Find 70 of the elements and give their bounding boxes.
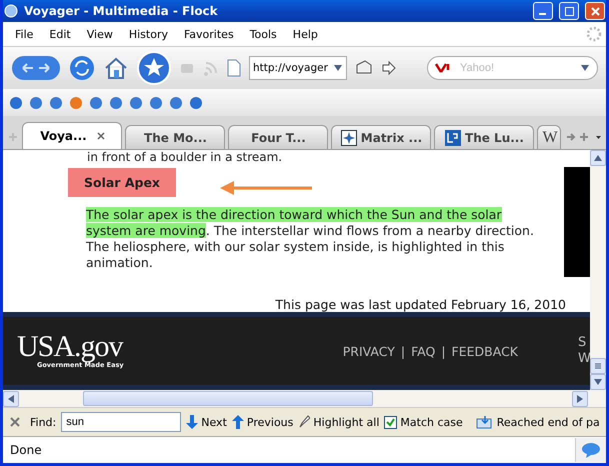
find-message: Reached end of pa xyxy=(496,416,600,428)
grip-icon[interactable] xyxy=(593,361,603,371)
footer-link[interactable]: PRIVACY xyxy=(342,344,395,358)
scroll-up-button[interactable] xyxy=(590,150,606,166)
scroll-thumb[interactable] xyxy=(590,358,606,374)
match-case-checkbox[interactable]: Match case xyxy=(384,416,463,428)
go-arrow-icon[interactable] xyxy=(381,60,397,76)
page-icon xyxy=(227,59,241,77)
scroll-right-button[interactable] xyxy=(572,390,588,406)
menu-item[interactable]: Edit xyxy=(41,28,79,40)
tab[interactable]: The Lu... xyxy=(434,125,534,149)
next-button[interactable]: Next xyxy=(186,415,227,429)
dropdown-icon[interactable] xyxy=(580,63,590,73)
compass-icon xyxy=(340,130,357,146)
site-logo[interactable]: USA.gov xyxy=(17,333,124,361)
vertical-scrollbar[interactable] xyxy=(590,150,606,390)
close-button[interactable] xyxy=(585,2,605,20)
tab[interactable]: Voya... xyxy=(22,122,122,149)
find-field[interactable]: sun xyxy=(61,412,182,432)
menu-item[interactable]: Help xyxy=(284,28,326,40)
status-text: Done xyxy=(9,443,43,457)
find-label: Find: xyxy=(30,416,56,428)
left-arrow-icon[interactable] xyxy=(6,394,16,404)
scroll-thumb[interactable] xyxy=(83,391,373,406)
back-forward-icon[interactable] xyxy=(11,54,61,82)
marker-icon xyxy=(298,415,310,429)
footer-link[interactable]: FAQ xyxy=(411,344,436,358)
scroll-left-button[interactable] xyxy=(3,390,19,406)
home-icon[interactable] xyxy=(103,55,129,81)
footer-text: S xyxy=(578,335,588,351)
reload-icon[interactable] xyxy=(69,55,95,81)
down-arrow-icon[interactable] xyxy=(593,377,603,387)
window-title: Voyager - Multimedia - Flock xyxy=(24,4,219,18)
section-heading: Solar Apex xyxy=(68,168,176,197)
address-field[interactable]: http://voyager xyxy=(249,56,347,80)
update-note: This page was last updated February 16, 2010 xyxy=(274,297,566,312)
arrow-icon xyxy=(218,180,314,196)
tab[interactable]: The Mo... xyxy=(125,125,226,149)
page-text: in front of a boulder in a stream. xyxy=(87,150,282,164)
scroll-down-button[interactable] xyxy=(590,374,606,390)
menu-item[interactable]: Favorites xyxy=(176,28,242,40)
dropdown-icon[interactable] xyxy=(333,63,343,73)
highlight-all-button[interactable]: Highlight all xyxy=(298,415,380,429)
separator: | xyxy=(400,344,406,358)
horizontal-scrollbar[interactable] xyxy=(3,390,606,407)
menu-item[interactable]: File xyxy=(7,28,42,40)
right-arrow-icon[interactable] xyxy=(575,394,585,404)
maximize-icon xyxy=(564,6,574,16)
separator: | xyxy=(441,344,446,358)
logo-icon xyxy=(445,130,462,146)
close-icon[interactable] xyxy=(9,416,21,428)
wrap-icon xyxy=(476,415,492,429)
close-icon[interactable] xyxy=(96,132,105,140)
down-arrow-icon xyxy=(186,415,198,429)
search-field[interactable]: Yahoo! xyxy=(427,56,598,80)
maximize-button[interactable] xyxy=(559,2,579,20)
speech-bubble-icon[interactable] xyxy=(581,442,601,458)
menu-item[interactable]: History xyxy=(120,28,176,40)
previous-button[interactable]: Previous xyxy=(232,415,294,429)
minimize-button[interactable] xyxy=(533,2,553,20)
throbber-icon xyxy=(586,26,602,42)
close-icon xyxy=(590,6,600,16)
tab[interactable]: W xyxy=(537,125,562,149)
menu-item[interactable]: Tools xyxy=(242,28,285,40)
tab[interactable]: Four T... xyxy=(228,125,328,149)
tab[interactable]: Matrix ... xyxy=(331,125,432,149)
checkbox[interactable] xyxy=(384,416,398,428)
menu-item[interactable]: View xyxy=(78,28,121,40)
paragraph: The solar apex is the direction toward which the Sun and the solar system are moving. The interstellar wind flows from a nearby direction. The heliosphere, with our solar system inside, is highlighted in this animation. xyxy=(86,207,534,272)
footer-link[interactable]: FEEDBACK xyxy=(452,344,518,358)
